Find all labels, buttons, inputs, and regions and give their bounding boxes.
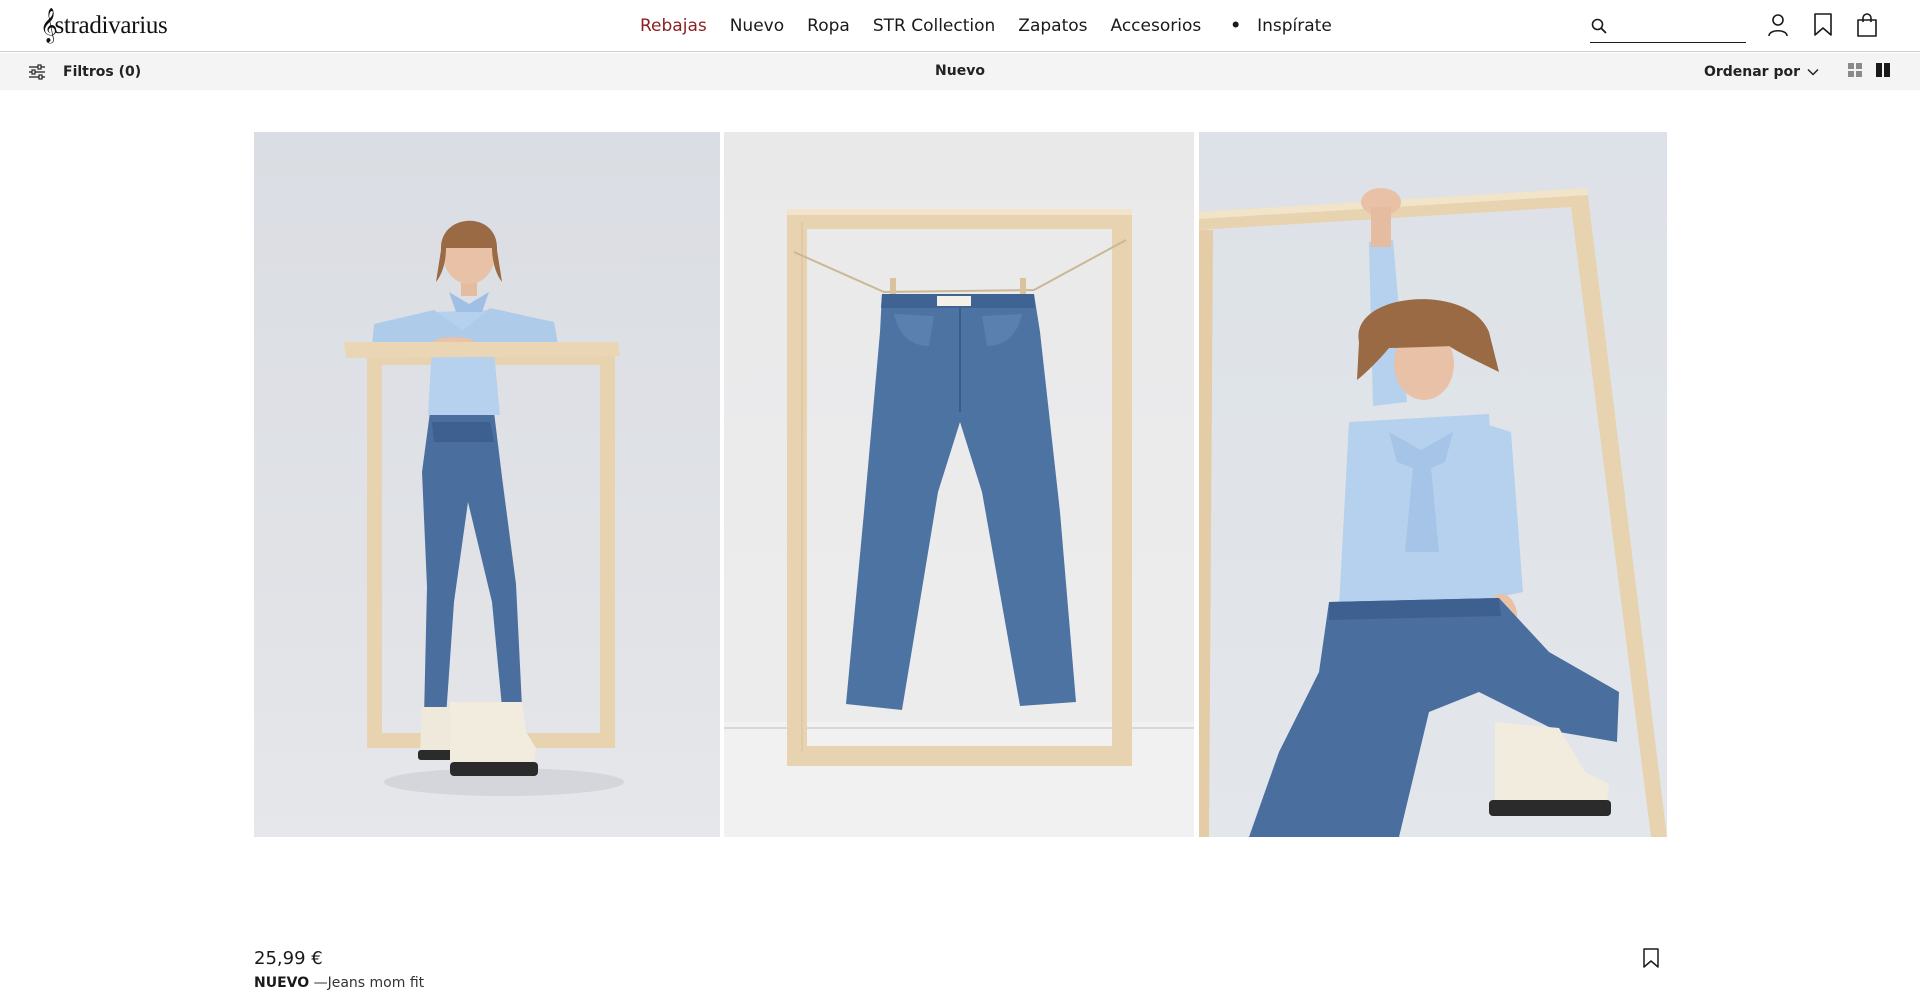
filters-button[interactable]: Filtros (0) [28,53,141,90]
model-standing-frame-photo[interactable] [254,132,720,837]
chevron-down-icon [1807,68,1819,76]
new-badge: NUEVO [254,975,310,991]
logo-text: stradivarius [54,12,168,39]
product-price: 25,99 € [254,948,323,969]
search-input[interactable] [1613,14,1743,38]
jeans-hanging-frame-photo[interactable] [724,132,1194,837]
nav-item-dot[interactable]: • [1224,16,1241,36]
nav-item-zapatos[interactable]: Zapatos [1018,16,1087,36]
product-name[interactable]: NUEVO —Jeans mom fit [254,975,424,991]
nav-item-rebajas[interactable]: Rebajas [640,16,707,36]
nav-item-nuevo[interactable]: Nuevo [730,16,784,36]
nav-item-ropa[interactable]: Ropa [807,16,850,36]
main-nav: Rebajas Nuevo Ropa STR Collection Zapato… [640,0,1355,52]
grid-large-icon[interactable] [1875,62,1893,80]
filters-label: Filtros (0) [63,63,142,80]
sort-dropdown[interactable]: Ordenar por [1704,53,1819,90]
page-title: Nuevo [935,63,985,79]
sort-label: Ordenar por [1703,63,1800,80]
model-crouching-frame-photo[interactable] [1199,132,1667,837]
search-box[interactable] [1590,10,1746,43]
bookmark-icon[interactable] [1809,11,1837,39]
wishlist-button[interactable] [1642,948,1662,970]
nav-item-accesorios[interactable]: Accesorios [1111,16,1202,36]
nav-item-str-collection[interactable]: STR Collection [873,16,995,36]
nav-item-inspirate[interactable]: Inspírate [1257,16,1332,36]
shopping-bag-icon[interactable] [1853,11,1881,39]
site-header: 𝄞 stradivarius Rebajas Nuevo Ropa STR Co… [0,0,1920,52]
search-icon [1591,18,1607,34]
bookmark-icon [1643,948,1659,968]
user-icon[interactable] [1764,11,1792,39]
listing-toolbar: Filtros (0) Nuevo Ordenar por [0,53,1920,90]
brand-logo[interactable]: 𝄞 stradivarius [40,9,168,43]
sliders-icon [29,63,45,80]
product-gallery[interactable] [254,132,1667,837]
product-title: —Jeans mom fit [309,975,425,991]
grid-small-icon[interactable] [1847,62,1865,80]
